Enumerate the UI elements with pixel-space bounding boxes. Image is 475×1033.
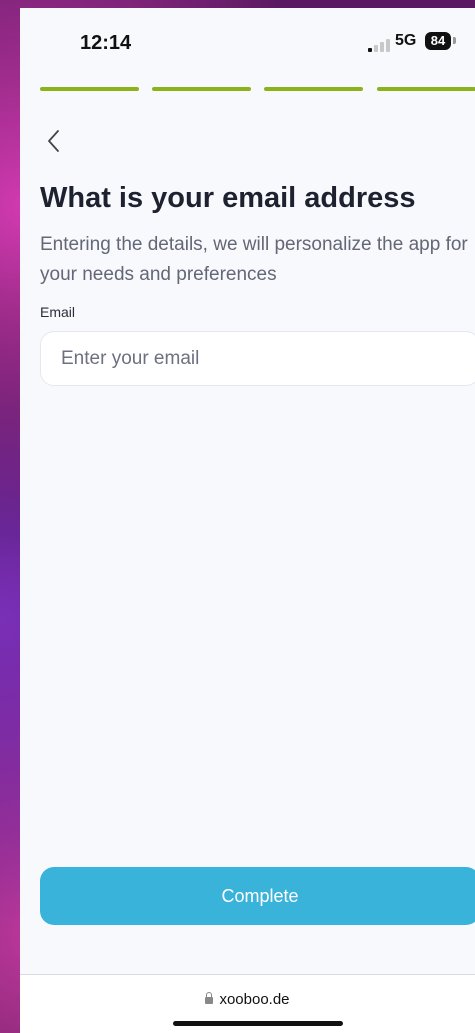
email-label: Email	[40, 304, 76, 320]
battery-tip	[453, 37, 456, 44]
progress-step	[264, 87, 363, 91]
signal-strength-icon	[368, 38, 392, 52]
network-type: 5G	[395, 32, 417, 49]
page-subtitle: Entering the details, we will personaliz…	[40, 234, 468, 285]
phone-screen: 12:14 5G 84 What is your email address E…	[20, 8, 475, 1033]
chevron-left-icon	[48, 130, 59, 152]
complete-button[interactable]: Complete	[40, 867, 475, 925]
progress-step	[40, 87, 139, 91]
email-input[interactable]	[40, 331, 475, 386]
progress-step	[152, 87, 251, 91]
progress-step	[377, 87, 475, 91]
status-time: 12:14	[80, 32, 132, 54]
url-display[interactable]: xooboo.de	[20, 991, 475, 1008]
browser-url-bar[interactable]: xooboo.de	[20, 974, 475, 1033]
home-indicator[interactable]	[173, 1021, 343, 1026]
status-bar: 12:14 5G 84	[20, 8, 475, 68]
battery-icon: 84	[425, 32, 451, 50]
url-text: xooboo.de	[219, 991, 290, 1008]
step-progress-bar	[40, 87, 475, 91]
page-title: What is your email address	[40, 182, 416, 214]
back-button[interactable]	[40, 126, 70, 156]
lock-icon	[205, 992, 214, 1004]
